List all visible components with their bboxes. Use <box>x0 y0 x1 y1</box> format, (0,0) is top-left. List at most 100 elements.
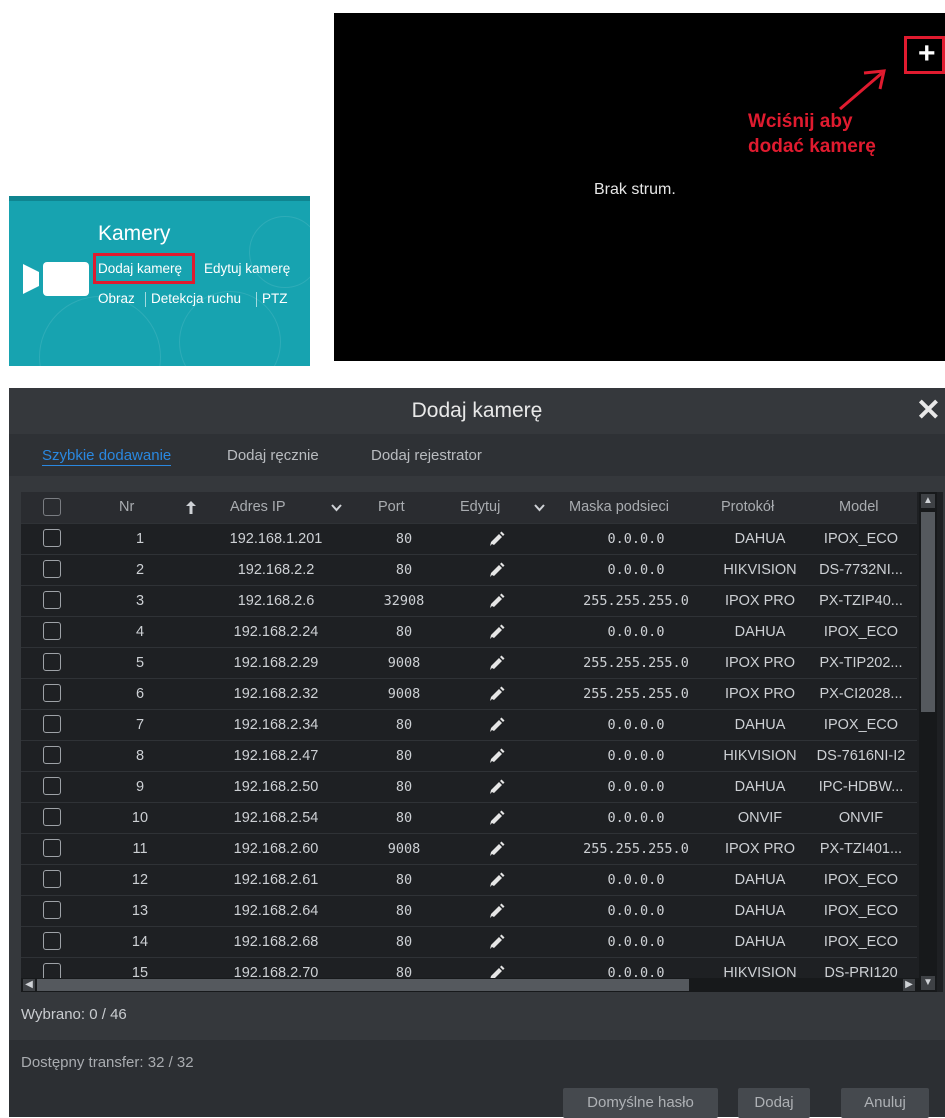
table-row[interactable]: 12 192.168.2.61 80 0.0.0.0 DAHUA IPOX_ECO <box>21 864 917 895</box>
column-header-mask[interactable]: Maska podsieci <box>569 492 669 523</box>
row-checkbox[interactable] <box>43 870 61 888</box>
cell-port: 80 <box>395 562 413 578</box>
cancel-button[interactable]: Anuluj <box>841 1088 929 1118</box>
column-header-protocol[interactable]: Protokół <box>721 492 774 523</box>
column-header-port[interactable]: Port <box>378 492 405 523</box>
table-row[interactable]: 11 192.168.2.60 9008 255.255.255.0 IPOX PRO P… <box>21 833 917 864</box>
row-checkbox[interactable] <box>43 932 61 950</box>
scroll-right-icon[interactable]: ▶ <box>903 979 915 991</box>
table-row[interactable]: 2 192.168.2.2 80 0.0.0.0 HIKVISION DS-7732NI.… <box>21 554 917 585</box>
edit-pencil-icon[interactable] <box>489 624 505 640</box>
edit-pencil-icon[interactable] <box>489 872 505 888</box>
edit-pencil-icon[interactable] <box>489 810 505 826</box>
cell-port: 80 <box>395 810 413 826</box>
cell-mask: 0.0.0.0 <box>607 903 665 919</box>
edit-pencil-icon[interactable] <box>489 562 505 578</box>
cell-mask: 0.0.0.0 <box>607 810 665 826</box>
tab-add-recorder[interactable]: Dodaj rejestrator <box>371 447 482 464</box>
column-header-edit[interactable]: Edytuj <box>460 492 500 523</box>
close-icon[interactable]: ✕ <box>916 394 941 428</box>
cell-port: 80 <box>395 624 413 640</box>
cell-nr: 8 <box>135 748 145 764</box>
table-row[interactable]: 10 192.168.2.54 80 0.0.0.0 ONVIF ONVIF <box>21 802 917 833</box>
column-header-nr[interactable]: Nr <box>119 492 134 523</box>
edit-pencil-icon[interactable] <box>489 934 505 950</box>
dialog-title: Dodaj kamerę <box>411 399 543 422</box>
cell-ip: 192.168.2.68 <box>233 934 319 950</box>
edit-pencil-icon[interactable] <box>489 717 505 733</box>
table-row[interactable]: 14 192.168.2.68 80 0.0.0.0 DAHUA IPOX_ECO <box>21 926 917 957</box>
cell-ip: 192.168.2.6 <box>237 593 315 609</box>
cell-protocol: IPOX PRO <box>724 655 796 671</box>
cell-mask: 255.255.255.0 <box>583 655 689 671</box>
sort-asc-icon[interactable] <box>186 501 196 514</box>
scroll-thumb[interactable] <box>921 512 935 712</box>
chevron-down-icon[interactable] <box>331 504 342 512</box>
cell-nr: 3 <box>135 593 145 609</box>
edit-pencil-icon[interactable] <box>489 655 505 671</box>
scroll-up-icon[interactable]: ▲ <box>921 494 935 508</box>
row-checkbox[interactable] <box>43 808 61 826</box>
edit-pencil-icon[interactable] <box>489 841 505 857</box>
row-checkbox[interactable] <box>43 560 61 578</box>
select-all-checkbox[interactable] <box>43 498 61 516</box>
table-row[interactable]: 8 192.168.2.47 80 0.0.0.0 HIKVISION DS-7616NI… <box>21 740 917 771</box>
row-checkbox[interactable] <box>43 839 61 857</box>
table-row[interactable]: 13 192.168.2.64 80 0.0.0.0 DAHUA IPOX_ECO <box>21 895 917 926</box>
column-header-ip[interactable]: Adres IP <box>230 492 286 523</box>
table-row[interactable]: 4 192.168.2.24 80 0.0.0.0 DAHUA IPOX_ECO <box>21 616 917 647</box>
cell-ip: 192.168.2.54 <box>233 810 319 826</box>
row-checkbox[interactable] <box>43 591 61 609</box>
chevron-down-icon[interactable] <box>534 504 545 512</box>
edit-pencil-icon[interactable] <box>489 686 505 702</box>
tab-quick-add[interactable]: Szybkie dodawanie <box>42 447 172 466</box>
edit-pencil-icon[interactable] <box>489 748 505 764</box>
cell-model: IPOX_ECO <box>823 531 899 547</box>
cameras-menu-card: Kamery Dodaj kamerę Edytuj kamerę Obraz … <box>9 196 310 366</box>
tab-manual-add[interactable]: Dodaj ręcznie <box>227 447 319 464</box>
vertical-scrollbar[interactable]: ▲ ▼ <box>919 492 937 992</box>
edit-pencil-icon[interactable] <box>489 593 505 609</box>
add-button[interactable]: Dodaj <box>738 1088 810 1118</box>
edit-pencil-icon[interactable] <box>489 779 505 795</box>
cell-nr: 10 <box>131 810 149 826</box>
cell-nr: 12 <box>131 872 149 888</box>
row-checkbox[interactable] <box>43 684 61 702</box>
scroll-left-icon[interactable]: ◀ <box>23 979 35 991</box>
scroll-down-icon[interactable]: ▼ <box>921 976 935 990</box>
add-camera-plus-button[interactable]: + <box>918 37 936 71</box>
table-row[interactable]: 6 192.168.2.32 9008 255.255.255.0 IPOX PRO PX… <box>21 678 917 709</box>
table-row[interactable]: 1 192.168.1.201 80 0.0.0.0 DAHUA IPOX_ECO <box>21 523 917 554</box>
row-checkbox[interactable] <box>43 653 61 671</box>
cell-ip: 192.168.2.32 <box>233 686 319 702</box>
cell-mask: 0.0.0.0 <box>607 717 665 733</box>
edit-pencil-icon[interactable] <box>489 531 505 547</box>
cell-nr: 1 <box>135 531 145 547</box>
motion-detection-link[interactable]: Detekcja ruchu <box>151 291 241 306</box>
horizontal-scrollbar[interactable]: ◀ ▶ <box>21 978 919 992</box>
scroll-thumb[interactable] <box>37 979 689 991</box>
ptz-link[interactable]: PTZ <box>262 291 288 306</box>
column-header-model[interactable]: Model <box>839 492 879 523</box>
table-row[interactable]: 3 192.168.2.6 32908 255.255.255.0 IPOX PRO PX… <box>21 585 917 616</box>
table-row[interactable]: 9 192.168.2.50 80 0.0.0.0 DAHUA IPC-HDBW... <box>21 771 917 802</box>
cell-ip: 192.168.2.64 <box>233 903 319 919</box>
table-row[interactable]: 5 192.168.2.29 9008 255.255.255.0 IPOX PRO PX… <box>21 647 917 678</box>
cell-mask: 0.0.0.0 <box>607 748 665 764</box>
edit-camera-link[interactable]: Edytuj kamerę <box>204 261 290 276</box>
image-link[interactable]: Obraz <box>98 291 135 306</box>
table-row[interactable]: 7 192.168.2.34 80 0.0.0.0 DAHUA IPOX_ECO <box>21 709 917 740</box>
row-checkbox[interactable] <box>43 777 61 795</box>
cell-mask: 255.255.255.0 <box>583 593 689 609</box>
cell-model: ONVIF <box>838 810 884 826</box>
row-checkbox[interactable] <box>43 622 61 640</box>
row-checkbox[interactable] <box>43 715 61 733</box>
row-checkbox[interactable] <box>43 746 61 764</box>
row-checkbox[interactable] <box>43 901 61 919</box>
default-password-button[interactable]: Domyślne hasło <box>563 1088 718 1118</box>
cell-ip: 192.168.2.34 <box>233 717 319 733</box>
video-camera-icon <box>23 262 89 296</box>
row-checkbox[interactable] <box>43 529 61 547</box>
edit-pencil-icon[interactable] <box>489 903 505 919</box>
cell-protocol: DAHUA <box>734 779 786 795</box>
